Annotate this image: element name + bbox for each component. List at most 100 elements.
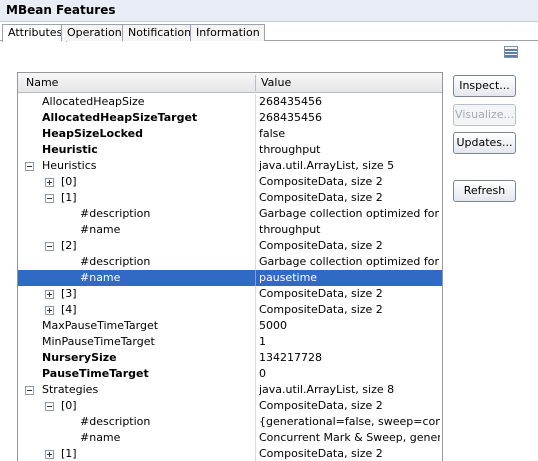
attributes-table: Name Value AllocatedHeapSize 268435456 All… (17, 72, 443, 461)
table-row[interactable]: MaxPauseTimeTarget 5000 (18, 318, 442, 334)
attribute-value: CompositeData, size 2 (259, 239, 383, 252)
attribute-value: CompositeData, size 2 (259, 287, 383, 300)
table-row[interactable]: [4] CompositeData, size 2 (18, 302, 442, 318)
value-column-header[interactable]: Value (261, 73, 291, 93)
inspect-button[interactable]: Inspect... (453, 75, 516, 97)
expand-icon[interactable] (45, 178, 54, 187)
name-cell: [2] (18, 238, 255, 254)
attribute-name: [0] (61, 399, 77, 412)
expand-icon[interactable] (45, 306, 54, 315)
attribute-name: #description (80, 415, 151, 428)
table-row[interactable]: NurserySize 134217728 (18, 350, 442, 366)
attribute-value: Garbage collection optimized for th... (259, 207, 440, 220)
table-row[interactable]: [2] CompositeData, size 2 (18, 238, 442, 254)
attribute-name: AllocatedHeapSizeTarget (42, 111, 198, 124)
name-column-header[interactable]: Name (26, 73, 58, 93)
attribute-name: NurserySize (42, 351, 117, 364)
attribute-value: CompositeData, size 2 (259, 303, 383, 316)
collapse-icon[interactable] (25, 386, 34, 395)
table-row[interactable]: [1] CompositeData, size 2 (18, 190, 442, 206)
name-cell: [0] (18, 398, 255, 414)
tab-information[interactable]: Information (190, 24, 265, 41)
table-row[interactable]: Heuristics java.util.ArrayList, size 5 (18, 158, 442, 174)
name-cell: Heuristic (18, 142, 255, 158)
attribute-name: [1] (61, 191, 77, 204)
table-row[interactable]: #description {generational=false, sweep=c… (18, 414, 442, 430)
attribute-value: false (259, 127, 286, 140)
expand-icon[interactable] (45, 450, 54, 459)
table-row[interactable]: [1] CompositeData, size 2 (18, 446, 442, 461)
name-cell: #description (18, 206, 255, 222)
table-row[interactable]: Heuristic throughput (18, 142, 442, 158)
view-menu-icon[interactable] (503, 45, 519, 59)
attribute-value: 0 (259, 367, 266, 380)
attribute-value: 134217728 (259, 351, 322, 364)
name-cell: #description (18, 254, 255, 270)
attribute-value: {generational=false, sweep=conc... (259, 415, 440, 428)
name-cell: [1] (18, 446, 255, 461)
attribute-name: [3] (61, 287, 77, 300)
table-row[interactable]: #description Garbage collection optimized… (18, 206, 442, 222)
name-cell: Strategies (18, 382, 255, 398)
table-row[interactable]: [3] CompositeData, size 2 (18, 286, 442, 302)
attribute-name: MinPauseTimeTarget (42, 335, 155, 348)
table-row[interactable]: PauseTimeTarget 0 (18, 366, 442, 382)
attribute-value: Concurrent Mark & Sweep, genera... (259, 431, 440, 444)
attribute-value: Garbage collection optimized for sh... (259, 255, 440, 268)
name-cell: #name (18, 222, 255, 238)
attribute-value: pausetime (259, 271, 318, 284)
attribute-name: #name (80, 271, 121, 284)
attribute-value: CompositeData, size 2 (259, 191, 383, 204)
table-row[interactable]: [0] CompositeData, size 2 (18, 174, 442, 190)
collapse-icon[interactable] (45, 402, 54, 411)
table-header: Name Value (18, 73, 442, 93)
table-row[interactable]: #name Concurrent Mark & Sweep, genera... (18, 430, 442, 446)
name-cell: #description (18, 414, 255, 430)
attribute-name: Strategies (42, 383, 99, 396)
name-cell: [0] (18, 174, 255, 190)
visualize-button[interactable]: Visualize... (453, 104, 516, 126)
refresh-button[interactable]: Refresh (453, 180, 516, 202)
attribute-name: #name (80, 223, 121, 236)
table-row[interactable]: [0] CompositeData, size 2 (18, 398, 442, 414)
attribute-name: [1] (61, 447, 77, 460)
name-cell: #name (18, 430, 255, 446)
attribute-name: Heuristic (42, 143, 98, 156)
table-row[interactable]: AllocatedHeapSize 268435456 (18, 94, 442, 110)
attribute-value: throughput (259, 143, 321, 156)
name-cell: [4] (18, 302, 255, 318)
panel-title: MBean Features (6, 3, 116, 17)
attribute-value: throughput (259, 223, 321, 236)
expand-icon[interactable] (45, 290, 54, 299)
collapse-icon[interactable] (25, 162, 34, 171)
attribute-name: Heuristics (42, 159, 97, 172)
attribute-name: #description (80, 255, 151, 268)
attribute-name: MaxPauseTimeTarget (42, 319, 159, 332)
name-cell: Heuristics (18, 158, 255, 174)
table-row[interactable]: #name throughput (18, 222, 442, 238)
attribute-value: 268435456 (259, 95, 322, 108)
attribute-value: java.util.ArrayList, size 8 (259, 383, 395, 396)
attribute-name: HeapSizeLocked (42, 127, 143, 140)
collapse-icon[interactable] (45, 194, 54, 203)
attribute-name: [4] (61, 303, 77, 316)
collapse-icon[interactable] (45, 242, 54, 251)
table-row[interactable]: Strategies java.util.ArrayList, size 8 (18, 382, 442, 398)
attribute-value: 268435456 (259, 111, 322, 124)
name-cell: [3] (18, 286, 255, 302)
table-row[interactable]: #name pausetime (18, 270, 442, 286)
name-cell: #name (18, 270, 255, 286)
name-cell: PauseTimeTarget (18, 366, 255, 382)
attribute-value: CompositeData, size 2 (259, 175, 383, 188)
name-cell: [1] (18, 190, 255, 206)
tab-attributes[interactable]: Attributes (2, 24, 68, 42)
table-row[interactable]: HeapSizeLocked false (18, 126, 442, 142)
name-cell: HeapSizeLocked (18, 126, 255, 142)
name-cell: MaxPauseTimeTarget (18, 318, 255, 334)
table-row[interactable]: AllocatedHeapSizeTarget 268435456 (18, 110, 442, 126)
updates-button[interactable]: Updates... (453, 132, 516, 154)
table-row[interactable]: #description Garbage collection optimized… (18, 254, 442, 270)
name-cell: AllocatedHeapSize (18, 94, 255, 110)
table-body: AllocatedHeapSize 268435456 AllocatedHeapS… (18, 94, 442, 461)
table-row[interactable]: MinPauseTimeTarget 1 (18, 334, 442, 350)
